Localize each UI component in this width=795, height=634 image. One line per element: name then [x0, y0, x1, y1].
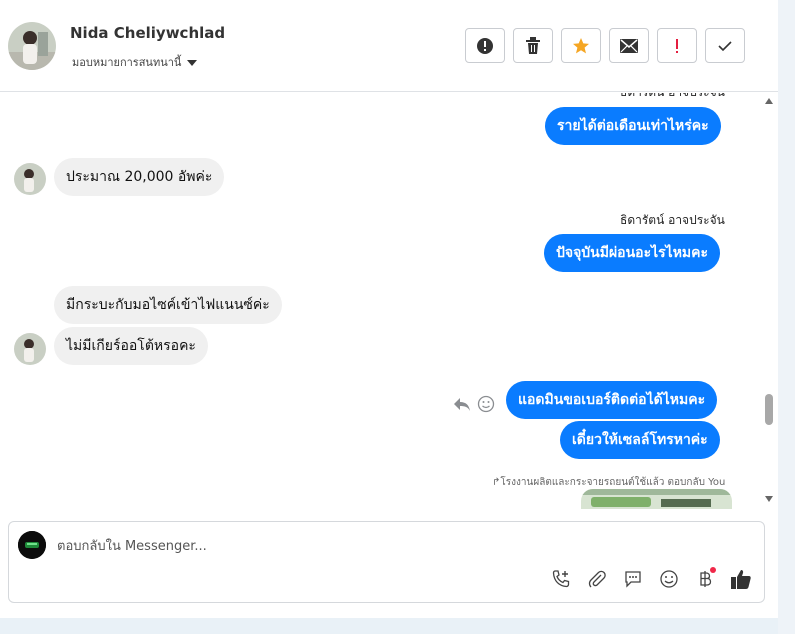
thumbs-up-icon [731, 570, 751, 589]
conversation-panel: Nida Cheliywchlad มอบหมายการสนทนานี้ ราย… [0, 0, 778, 618]
attach-button[interactable] [586, 568, 608, 590]
important-button[interactable] [657, 28, 697, 63]
message-bubble-outgoing[interactable]: แอดมินขอเบอร์ติดต่อได้ไหมคะ [506, 381, 718, 419]
exclamation-icon [676, 38, 678, 53]
message-sender-name: ธิดารัตน์ อาจประจัน [620, 213, 725, 227]
contact-name: Nida Cheliywchlad [70, 24, 226, 42]
scroll-down-arrow-icon[interactable] [765, 496, 773, 502]
contact-avatar-small [14, 333, 46, 365]
paperclip-icon [588, 570, 606, 588]
reply-context-note: ↱โรงงานผลิตและกระจายรถยนต์ใช้แล้ว ตอบกลั… [492, 477, 726, 488]
message-sender-name: ธิดารัตน์ อาจประจัน [620, 93, 725, 102]
star-icon [573, 37, 589, 53]
mark-done-button[interactable] [705, 28, 745, 63]
alert-circle-icon [477, 37, 493, 54]
contact-avatar[interactable] [8, 22, 56, 70]
page-avatar [18, 531, 46, 559]
message-bubble-incoming[interactable]: ประมาณ 20,000 อัพค่ะ [54, 158, 225, 196]
message-bubble-incoming[interactable]: มีกระบะกับมอไซค์เข้าไฟแนนซ์ค่ะ [54, 286, 282, 324]
envelope-icon [620, 38, 638, 53]
message-bubble-outgoing[interactable]: รายได้ต่อเดือนเท่าไหร่คะ [545, 107, 721, 145]
scroll-thumb[interactable] [765, 394, 773, 425]
trash-icon [526, 36, 540, 54]
composer-tools [550, 567, 752, 590]
thread-scrollbar[interactable] [762, 96, 776, 506]
contact-avatar-small [14, 163, 46, 195]
react-emoji-icon[interactable] [477, 395, 495, 417]
mark-unread-button[interactable] [609, 28, 649, 63]
smiley-icon [660, 570, 678, 588]
header-actions [465, 28, 745, 63]
star-button[interactable] [561, 28, 601, 63]
message-bubble-outgoing[interactable]: เดี๋ยวให้เซลล์โทรหาค่ะ [560, 421, 720, 459]
emoji-button[interactable] [658, 568, 680, 590]
message-thread[interactable]: ธิดารัตน์ อาจประจัน รายได้ต่อเดือนเท่าไห… [0, 93, 778, 509]
shared-image-preview[interactable] [581, 489, 732, 509]
assign-label: มอบหมายการสนทนานี้ [72, 56, 182, 69]
caret-down-icon [187, 59, 198, 66]
chat-bubble-icon [625, 571, 641, 588]
message-bubble-incoming[interactable]: ไม่มีเกียร์ออโต้หรอคะ [54, 327, 208, 365]
call-button[interactable] [550, 568, 572, 590]
message-bubble-outgoing[interactable]: ปัจจุบันมีผ่อนอะไรไหมคะ [544, 234, 721, 272]
notification-dot [710, 567, 716, 573]
scroll-up-arrow-icon[interactable] [765, 98, 773, 104]
reply-icon[interactable] [453, 396, 471, 416]
like-button[interactable] [730, 568, 752, 590]
saved-replies-button[interactable] [622, 568, 644, 590]
payment-button[interactable] [694, 567, 716, 590]
reply-input[interactable] [57, 536, 737, 556]
check-icon [718, 40, 732, 51]
assign-conversation-dropdown[interactable]: มอบหมายการสนทนานี้ [72, 53, 198, 71]
phone-plus-icon [552, 570, 570, 588]
reply-composer [8, 521, 765, 603]
delete-button[interactable] [513, 28, 553, 63]
conversation-header: Nida Cheliywchlad มอบหมายการสนทนานี้ [0, 0, 778, 92]
report-button[interactable] [465, 28, 505, 63]
page-gutter [778, 0, 795, 634]
